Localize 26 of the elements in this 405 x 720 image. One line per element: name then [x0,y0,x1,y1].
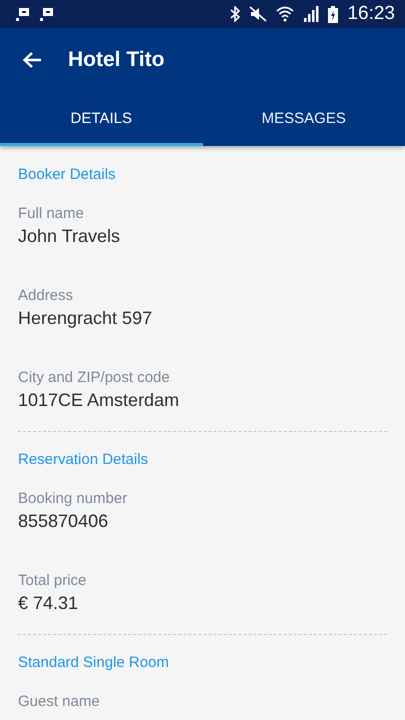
field-value: John Travels [18,226,122,247]
back-arrow-icon [22,51,42,69]
field-label: Guest name [18,693,101,710]
notification-icon [16,7,30,21]
field-value: 855870406 [18,511,110,532]
bluetooth-icon [230,6,240,22]
field-label: Full name [18,205,85,222]
field-value: Herengracht 597 [18,308,154,329]
section-heading: Reservation Details [18,451,150,470]
section-heading: Standard Single Room [18,654,170,673]
screen-title: Hotel Tito [68,48,164,72]
notification-icon [40,7,54,21]
wifi-icon [276,6,294,22]
section-heading: Booker Details [18,166,117,185]
signal-icon [303,6,320,22]
field-value: 1017CE Amsterdam [18,390,180,411]
tab[interactable]: DETAILS [0,92,202,146]
status-time: 16:23 [347,3,395,25]
tab[interactable]: MESSAGES [202,92,405,146]
field-label: Address [18,287,74,304]
field-value: € 74.31 [18,593,80,614]
field-label: Total price [18,572,88,589]
battery-icon [328,6,338,22]
field-label: Booking number [18,490,128,507]
field-label: City and ZIP/post code [18,369,171,386]
mute-icon [249,6,268,22]
